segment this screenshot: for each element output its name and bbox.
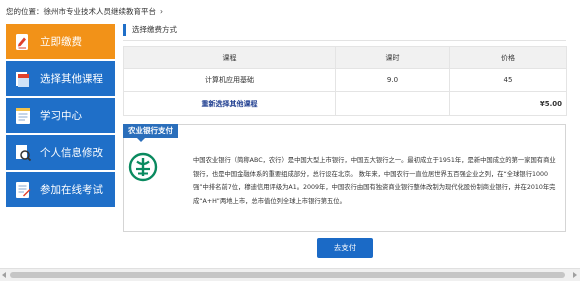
chevron-right-icon: › [160,7,163,16]
abc-bank-logo-icon [128,152,158,182]
column-header-course: 课程 [123,46,336,69]
bank-tab[interactable]: 农业银行支付 [123,124,178,142]
sidebar-item-label: 参加在线考试 [40,184,103,196]
main-content: 选择缴费方式 课程 课时 价格 计算机应用基础 9.0 45 重新选择其他课程 [123,24,567,258]
sidebar-item-online-exam[interactable]: 参加在线考试 [6,172,115,207]
sidebar-item-label: 个人信息修改 [40,147,103,159]
cell-price: 45 [449,68,567,92]
bank-description: 中国农业银行（简称ABC，农行）是中国大型上市银行，中国五大银行之一。最初成立于… [193,157,556,205]
table-row: 计算机应用基础 9.0 45 [123,68,567,92]
sidebar-item-study-center[interactable]: 学习中心 [6,98,115,133]
course-table: 课程 课时 价格 计算机应用基础 9.0 45 重新选择其他课程 ¥5.00 [123,46,567,116]
sidebar-item-choose-courses[interactable]: 选择其他课程 [6,61,115,96]
sidebar-item-label: 选择其他课程 [40,73,103,85]
breadcrumb: 您的位置：徐州市专业技术人员继续教育平台 › [6,5,163,19]
column-header-price: 价格 [449,46,567,69]
reselect-cell: 重新选择其他课程 [123,91,336,116]
notes-icon [14,106,32,126]
table-header-row: 课程 课时 价格 [123,46,567,69]
scrollbar-thumb[interactable] [10,272,565,278]
pay-note-icon [14,32,32,52]
scroll-right-arrow-icon[interactable] [573,272,577,278]
cell-course: 计算机应用基础 [123,68,336,92]
sidebar-item-label: 立即缴费 [40,36,82,48]
exam-paper-icon [14,180,32,200]
bank-payment-panel: 农业银行支付 中国农业银行（简称ABC，农行）是中国大型上市银行，中国五大银行之… [123,124,566,232]
scroll-left-arrow-icon[interactable] [2,272,6,278]
section-title: 选择缴费方式 [123,24,566,36]
horizontal-scrollbar[interactable] [0,268,580,281]
user-search-icon [14,143,32,163]
table-summary-row: 重新选择其他课程 ¥5.00 [123,91,567,116]
sidebar-item-profile-edit[interactable]: 个人信息修改 [6,135,115,170]
sidebar-item-label: 学习中心 [40,110,82,122]
total-price: ¥5.00 [449,91,567,116]
sidebar-nav: 立即缴费 选择其他课程 学习中心 个人信息修改 参加在线考试 [6,24,115,209]
breadcrumb-label: 您的位置： [6,7,44,16]
breadcrumb-home-link[interactable]: 徐州市专业技术人员继续教育平台 [44,7,157,16]
section-divider [123,40,566,41]
empty-cell [335,91,450,116]
cell-hours: 9.0 [335,68,450,92]
reselect-courses-link[interactable]: 重新选择其他课程 [202,100,258,108]
book-icon [14,69,32,89]
go-pay-button[interactable]: 去支付 [317,238,373,258]
column-header-hours: 课时 [335,46,450,69]
sidebar-item-pay-now[interactable]: 立即缴费 [6,24,115,59]
